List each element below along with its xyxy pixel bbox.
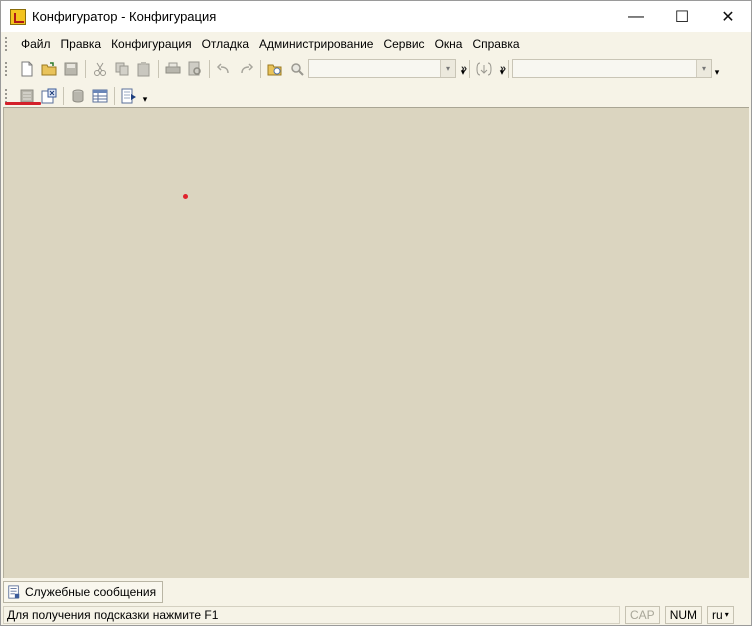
magnifier-icon (291, 62, 304, 76)
scissors-icon (94, 62, 106, 76)
close-button[interactable]: ✕ (705, 1, 751, 32)
search-combo-dropdown-icon[interactable]: ▾ (440, 60, 455, 77)
redo-icon (241, 62, 254, 73)
toolbar-separator (209, 59, 210, 78)
print-preview-icon (188, 61, 201, 75)
save-button[interactable] (60, 58, 82, 80)
run-document-icon (121, 88, 136, 103)
go-to-definition-button[interactable] (473, 58, 495, 80)
menubar-grip-icon[interactable] (5, 37, 8, 51)
window-controls: — ☐ ✕ (613, 1, 751, 32)
run-debug-button[interactable] (118, 85, 140, 107)
redo-button[interactable] (235, 58, 257, 80)
toolbar-separator (260, 59, 261, 78)
new-document-icon (21, 61, 33, 76)
print-preview-button[interactable] (184, 58, 206, 80)
cut-button[interactable] (89, 58, 111, 80)
database-button[interactable] (67, 85, 89, 107)
num-lock-indicator: NUM (664, 606, 703, 624)
find-in-tree-button[interactable] (264, 58, 286, 80)
language-selector[interactable]: ru ▾ (707, 606, 734, 624)
app-window: Конфигуратор - Конфигурация — ☐ ✕ Файл П… (0, 0, 752, 626)
minimize-button[interactable]: — (613, 1, 659, 32)
copy-icon (115, 62, 129, 75)
paste-clipboard-icon (137, 61, 150, 76)
config-combo[interactable]: ▾ (512, 59, 712, 78)
toolbar-grip-icon[interactable] (5, 61, 8, 76)
print-button[interactable] (162, 58, 184, 80)
toolbar-overflow-arrow-icon[interactable]: ▾ (712, 58, 722, 80)
printer-icon (165, 62, 181, 73)
menu-configuration[interactable]: Конфигурация (106, 33, 197, 55)
save-disk-icon (64, 62, 78, 75)
toolbar-separator (63, 86, 64, 105)
highlight-underline (5, 102, 41, 105)
language-dropdown-icon: ▾ (724, 610, 729, 619)
maximize-button[interactable]: ☐ (659, 1, 705, 32)
menu-bar: Файл Правка Конфигурация Отладка Админис… (1, 33, 751, 55)
menu-windows[interactable]: Окна (430, 33, 468, 55)
new-document-button[interactable] (16, 58, 38, 80)
menu-service[interactable]: Сервис (378, 33, 429, 55)
bracket-arrow-icon (476, 62, 492, 75)
definition-more-arrow-icon[interactable]: ▾ (499, 58, 505, 80)
caps-lock-indicator: CAP (625, 606, 660, 624)
undo-icon (216, 62, 229, 73)
menu-edit[interactable]: Правка (56, 33, 107, 55)
service-messages-label: Служебные сообщения (25, 585, 157, 599)
status-hint: Для получения подсказки нажмите F1 (3, 606, 620, 624)
search-combo[interactable]: ▾ (308, 59, 456, 78)
table-button[interactable] (89, 85, 111, 107)
config-close-icon (41, 88, 57, 103)
config-combo-dropdown-icon[interactable]: ▾ (696, 60, 711, 77)
menu-help[interactable]: Справка (467, 33, 524, 55)
search-button[interactable] (286, 58, 308, 80)
standard-toolbar: ▾ » ▾ » ▾ ▾ ▾ (1, 56, 751, 81)
paste-button[interactable] (133, 58, 155, 80)
search-more-arrow-icon[interactable]: ▾ (460, 58, 466, 80)
window-title: Конфигуратор - Конфигурация (32, 9, 217, 24)
title-bar[interactable]: Конфигуратор - Конфигурация — ☐ ✕ (1, 1, 751, 32)
open-folder-icon (41, 61, 57, 75)
messages-document-icon (8, 585, 20, 599)
toolbar-separator (508, 59, 509, 78)
language-label: ru (712, 608, 723, 622)
toolbar-separator (158, 59, 159, 78)
toolbar-separator (85, 59, 86, 78)
toolbar-separator (469, 59, 470, 78)
menu-file[interactable]: Файл (16, 33, 56, 55)
menu-debug[interactable]: Отладка (197, 33, 254, 55)
table-icon (92, 89, 108, 102)
bottom-panel-bar: Служебные сообщения (1, 579, 751, 605)
database-icon (72, 89, 84, 103)
service-messages-tab[interactable]: Служебные сообщения (3, 581, 164, 603)
mdi-workspace[interactable] (3, 107, 749, 578)
open-button[interactable] (38, 58, 60, 80)
copy-button[interactable] (111, 58, 133, 80)
run-dropdown-arrow-icon[interactable]: ▾ (140, 85, 150, 107)
toolbar-separator (114, 86, 115, 105)
app-1c-icon[interactable] (10, 8, 26, 25)
cursor-marker-dot (183, 194, 188, 199)
toolbar-grip-icon[interactable] (5, 88, 8, 103)
undo-button[interactable] (213, 58, 235, 80)
close-config-button[interactable] (38, 85, 60, 107)
folder-search-icon (267, 64, 282, 75)
status-bar: Для получения подсказки нажмите F1 CAP N… (1, 605, 751, 625)
menu-administration[interactable]: Администрирование (254, 33, 378, 55)
